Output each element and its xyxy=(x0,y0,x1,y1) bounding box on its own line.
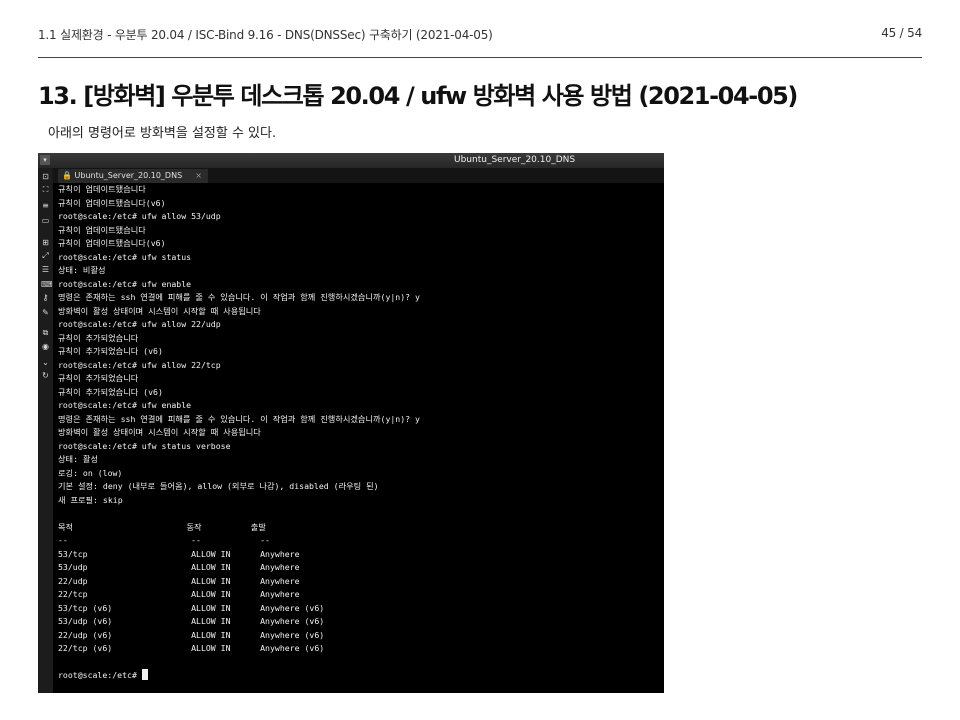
chevron-down-icon[interactable]: ⌄ xyxy=(41,358,50,367)
window-title: Ubuntu_Server_20.10_DNS xyxy=(454,155,576,165)
terminal-line: 새 프로필: skip xyxy=(58,494,123,505)
terminal-line: 53/tcp ALLOW IN Anywhere xyxy=(58,548,300,559)
terminal-line: 53/udp (v6) ALLOW IN Anywhere (v6) xyxy=(58,616,325,626)
terminal-line: 규칙이 업데이트됐습니다 xyxy=(58,184,146,194)
terminal-line: 명령은 존재하는 ssh 연결에 피해를 줄 수 있습니다. 이 작업과 함께 … xyxy=(58,292,420,302)
keys-icon[interactable]: ⚷ xyxy=(41,293,50,302)
tab-bar: 🔒 Ubuntu_Server_20.10_DNS × xyxy=(53,168,664,183)
running-title: 1.1 실제환경 - 우분투 20.04 / ISC-Bind 9.16 - D… xyxy=(38,28,493,42)
terminal-line: 기본 설정: deny (내부로 들어옴), allow (외부로 나감), d… xyxy=(58,481,379,491)
terminal-line: root@scale:/etc# xyxy=(58,669,148,683)
header-divider xyxy=(38,57,922,58)
page-number: 45 / 54 xyxy=(881,26,922,40)
fullscreen-icon[interactable]: ⛶ xyxy=(41,185,50,194)
window-icon[interactable]: ▭ xyxy=(41,216,50,225)
terminal-line: 22/tcp (v6) ALLOW IN Anywhere (v6) xyxy=(58,643,325,653)
list-icon[interactable]: ☰ xyxy=(41,265,50,274)
terminal-line: 22/udp (v6) ALLOW IN Anywhere (v6) xyxy=(58,629,325,640)
terminal-line: 규칙이 추가되었습니다 xyxy=(58,373,139,383)
refresh-icon[interactable]: ↻ xyxy=(41,371,50,380)
lock-icon: 🔒 xyxy=(62,171,72,180)
terminal-screenshot: ▾ Ubuntu_Server_20.10_DNS ⊡ ⛶ ≡ ▭ ⊞ ⤢ ☰ ⌨ ⚷ ✎ ⧉ ◉ ⌄ ↻… xyxy=(38,153,664,693)
camera-icon[interactable]: ◉ xyxy=(41,342,50,351)
terminal-line: 로깅: on (low) xyxy=(58,467,123,478)
screenshot-icon[interactable]: ⊡ xyxy=(41,172,50,181)
section-description: 아래의 명령어로 방화벽을 설정할 수 있다. xyxy=(48,126,277,141)
scale-icon[interactable]: ⤢ xyxy=(41,251,50,260)
running-header: 1.1 실제환경 - 우분투 20.04 / ISC-Bind 9.16 - D… xyxy=(38,26,922,44)
terminal-line: 22/tcp ALLOW IN Anywhere xyxy=(58,589,300,599)
terminal-line: 규칙이 업데이트됐습니다 xyxy=(58,224,146,235)
copy-icon[interactable]: ⧉ xyxy=(41,328,50,337)
terminal-line: root@scale:/etc# ufw status xyxy=(58,251,192,262)
tab-ubuntu-server[interactable]: 🔒 Ubuntu_Server_20.10_DNS × xyxy=(58,169,208,183)
tab-close-icon[interactable]: × xyxy=(195,169,202,183)
terminal-line: 방화벽이 활성 상태이며 시스템이 시작할 때 사용됩니다 xyxy=(58,305,261,316)
terminal-line: 규칙이 업데이트됐습니다(v6) xyxy=(58,238,166,248)
terminal-line: 규칙이 추가되었습니다 xyxy=(58,332,139,343)
terminal-line: 규칙이 추가되었습니다 (v6) xyxy=(58,346,163,356)
section-title: 13. [방화벽] 우분투 데스크톱 20.04 / ufw 방화벽 사용 방법… xyxy=(38,82,798,110)
side-toolbar: ⊡ ⛶ ≡ ▭ ⊞ ⤢ ☰ ⌨ ⚷ ✎ ⧉ ◉ ⌄ ↻ xyxy=(38,168,53,693)
terminal-line: -- -- -- xyxy=(58,535,270,545)
terminal-line: 방화벽이 활성 상태이며 시스템이 시작할 때 사용됩니다 xyxy=(58,427,261,437)
keyboard-icon[interactable]: ⌨ xyxy=(41,280,53,289)
terminal-output[interactable]: 규칙이 업데이트됐습니다 규칙이 업데이트됐습니다(v6) root@scale:/… xyxy=(58,183,658,693)
terminal-line: 명령은 존재하는 ssh 연결에 피해를 줄 수 있습니다. 이 작업과 함께 … xyxy=(58,413,420,424)
terminal-line: root@scale:/etc# ufw status verbose xyxy=(58,440,231,451)
terminal-line: 상태: 비활성 xyxy=(58,265,106,275)
window-titlebar: ▾ Ubuntu_Server_20.10_DNS xyxy=(38,153,664,168)
menu-lines-icon[interactable]: ≡ xyxy=(41,201,50,210)
wrench-icon[interactable]: ✎ xyxy=(41,308,50,317)
terminal-line: root@scale:/etc# ufw allow 22/udp xyxy=(58,319,221,329)
terminal-line: 상태: 활성 xyxy=(58,454,98,464)
terminal-cursor xyxy=(141,669,148,680)
terminal-line: 목적 동작 출발 xyxy=(58,521,266,532)
tab-label: Ubuntu_Server_20.10_DNS xyxy=(74,171,183,180)
terminal-line: root@scale:/etc# ufw allow 22/tcp xyxy=(58,359,221,370)
terminal-line: 53/udp ALLOW IN Anywhere xyxy=(58,562,300,572)
terminal-line: 규칙이 업데이트됐습니다(v6) xyxy=(58,197,166,208)
terminal-line: 22/udp ALLOW IN Anywhere xyxy=(58,575,300,586)
window-menu-icon[interactable]: ▾ xyxy=(40,155,50,165)
terminal-line: root@scale:/etc# ufw enable xyxy=(58,278,192,289)
terminal-line: 규칙이 추가되었습니다 (v6) xyxy=(58,386,163,397)
fit-icon[interactable]: ⊞ xyxy=(41,238,50,247)
terminal-line: 53/tcp (v6) ALLOW IN Anywhere (v6) xyxy=(58,602,325,613)
terminal-line: root@scale:/etc# ufw allow 53/udp xyxy=(58,211,221,221)
terminal-line: root@scale:/etc# ufw enable xyxy=(58,400,192,410)
